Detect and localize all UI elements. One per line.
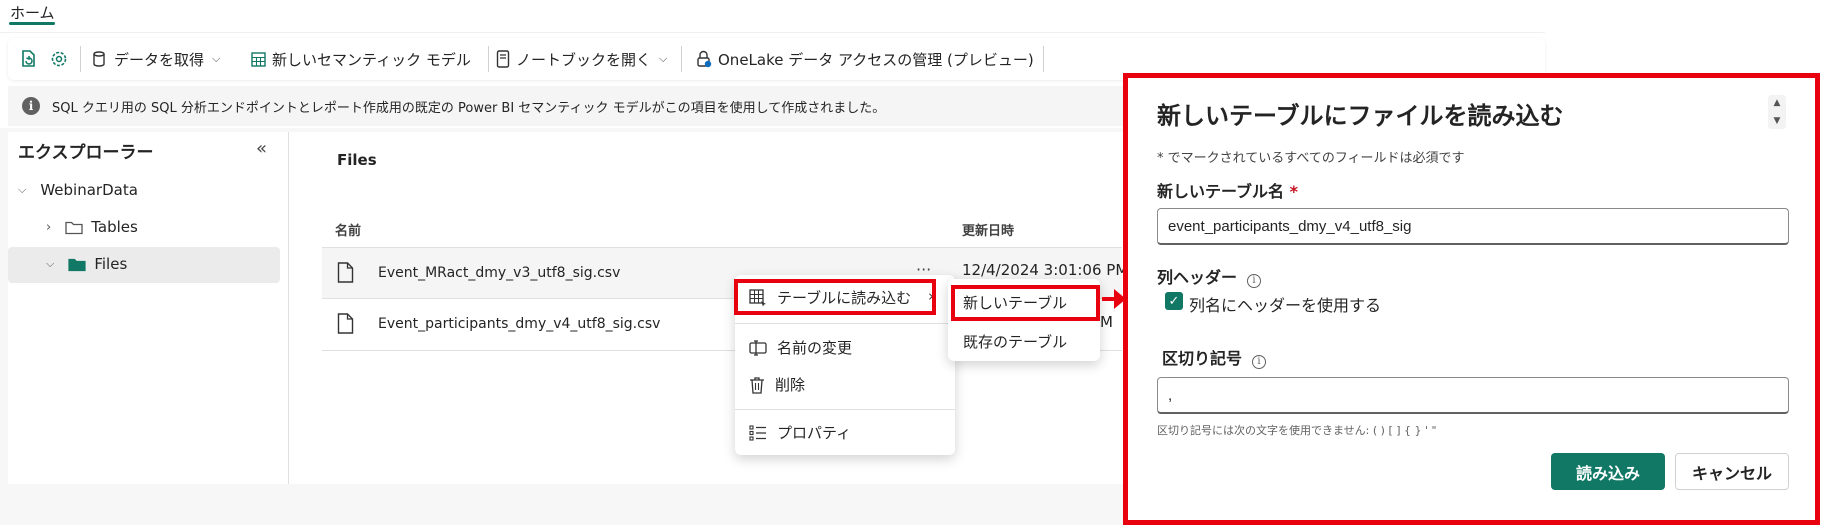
rename-icon: [749, 339, 767, 356]
chevron-down-icon: ⌵: [18, 183, 27, 196]
banner-text: SQL クエリ用の SQL 分析エンドポイントとレポート作成用の既定の Powe…: [52, 100, 886, 116]
tab-home[interactable]: ホーム: [10, 2, 55, 23]
settings-button[interactable]: [50, 38, 68, 80]
notebook-icon: [496, 50, 510, 68]
tree-item-webinardata[interactable]: ⌵ WebinarData: [18, 181, 138, 199]
collapse-panel-icon[interactable]: «: [256, 138, 267, 159]
required-star: *: [1289, 182, 1298, 201]
toolbar-divider: [681, 46, 682, 72]
load-button[interactable]: 読み込み: [1551, 453, 1665, 490]
tree-root-label: WebinarData: [40, 181, 138, 199]
chevron-down-icon: ⌵: [212, 52, 221, 65]
tree-files-label: Files: [94, 255, 128, 273]
chevron-down-icon: ⌵: [46, 257, 55, 270]
table-icon: [251, 51, 266, 67]
column-header-modified[interactable]: 更新日時: [962, 220, 1014, 239]
get-data-label: データを取得: [114, 50, 205, 69]
table-name-input[interactable]: [1157, 208, 1789, 245]
menu-item-properties[interactable]: プロパティ: [749, 422, 851, 443]
new-semantic-model-button[interactable]: 新しいセマンティック モデル: [251, 38, 471, 80]
table-name-label: 新しいテーブル名 *: [1157, 178, 1298, 202]
tree-item-tables[interactable]: › Tables: [46, 218, 138, 236]
use-header-checkbox[interactable]: ✓: [1165, 292, 1183, 310]
tree-item-files[interactable]: ⌵ Files: [46, 255, 127, 273]
info-icon[interactable]: i: [1252, 354, 1267, 369]
menu-item-delete[interactable]: 削除: [749, 374, 805, 395]
menu-rename-label: 名前の変更: [777, 339, 853, 357]
tab-home-underline: [9, 22, 55, 25]
file-icon: [337, 262, 354, 283]
open-notebook-label: ノートブックを開く: [516, 50, 652, 69]
lock-shield-icon: [697, 50, 712, 68]
file-modified: 12/4/2024 3:01:06 PM: [962, 261, 1129, 279]
scroll-up-icon[interactable]: ▲: [1774, 98, 1781, 108]
file-name[interactable]: Event_MRact_dmy_v3_utf8_sig.csv: [378, 265, 620, 281]
menu-properties-label: プロパティ: [777, 424, 852, 442]
folder-icon: [65, 221, 83, 234]
chevron-right-icon: ›: [46, 219, 52, 235]
new-semantic-model-label: 新しいセマンティック モデル: [272, 50, 471, 69]
use-header-checkbox-label[interactable]: 列名にヘッダーを使用する: [1189, 292, 1381, 316]
cancel-button[interactable]: キャンセル: [1675, 453, 1789, 490]
file-name[interactable]: Event_participants_dmy_v4_utf8_sig.csv: [378, 316, 660, 332]
files-title: Files: [337, 151, 377, 169]
menu-divider: [735, 323, 955, 324]
top-tab-strip: [0, 0, 1545, 33]
toolbar-divider: [80, 46, 81, 72]
menu-item-rename[interactable]: 名前の変更: [749, 337, 852, 358]
delimiter-input[interactable]: [1157, 377, 1789, 414]
submenu-item-existing-table[interactable]: 既存のテーブル: [963, 331, 1067, 352]
dialog-title: 新しいテーブルにファイルを読み込む: [1157, 102, 1564, 130]
database-icon: [93, 51, 105, 67]
menu-delete-label: 削除: [775, 376, 806, 394]
chevron-down-icon: ⌵: [659, 52, 668, 65]
menu-divider: [735, 409, 955, 410]
column-header-label: 列ヘッダー i: [1157, 264, 1262, 288]
scroll-down-icon[interactable]: ▼: [1774, 116, 1781, 126]
file-modified: M: [1100, 313, 1113, 331]
required-fields-note: * でマークされているすべてのフィールドは必須です: [1157, 151, 1465, 166]
table-name-label-text: 新しいテーブル名: [1157, 182, 1285, 201]
refresh-button[interactable]: [20, 38, 38, 80]
explorer-title: エクスプローラー: [18, 143, 154, 163]
folder-filled-icon: [68, 258, 86, 271]
delimiter-label-text: 区切り記号: [1162, 349, 1243, 368]
onelake-access-label: OneLake データ アクセスの管理 (プレビュー): [718, 50, 1034, 69]
submenu-existing-table-label: 既存のテーブル: [963, 333, 1068, 351]
refresh-icon: [22, 50, 35, 67]
tree-tables-label: Tables: [91, 218, 138, 236]
info-icon[interactable]: i: [1247, 273, 1262, 288]
get-data-button[interactable]: データを取得 ⌵: [92, 38, 220, 80]
onelake-access-button[interactable]: OneLake データ アクセスの管理 (プレビュー): [696, 38, 1034, 80]
toolbar-divider: [488, 46, 489, 72]
toolbar-divider: [1043, 46, 1044, 72]
column-header-name[interactable]: 名前: [335, 220, 361, 239]
highlight-box-new-table: [951, 285, 1100, 321]
delimiter-hint: 区切り記号には次の文字を使用できません: ( ) [ ] { } ' ": [1157, 424, 1437, 437]
open-notebook-button[interactable]: ノートブックを開く ⌵: [496, 38, 667, 80]
highlight-box-load: [734, 279, 936, 315]
column-header-label-text: 列ヘッダー: [1157, 268, 1238, 287]
properties-list-icon: [749, 424, 766, 441]
gear-icon: [51, 51, 67, 67]
delimiter-label: 区切り記号 i: [1162, 345, 1267, 369]
dialog-scrollbar[interactable]: ▲ ▼: [1768, 95, 1786, 129]
info-icon: i: [22, 97, 40, 115]
trash-icon: [750, 376, 764, 394]
file-icon: [337, 313, 354, 334]
